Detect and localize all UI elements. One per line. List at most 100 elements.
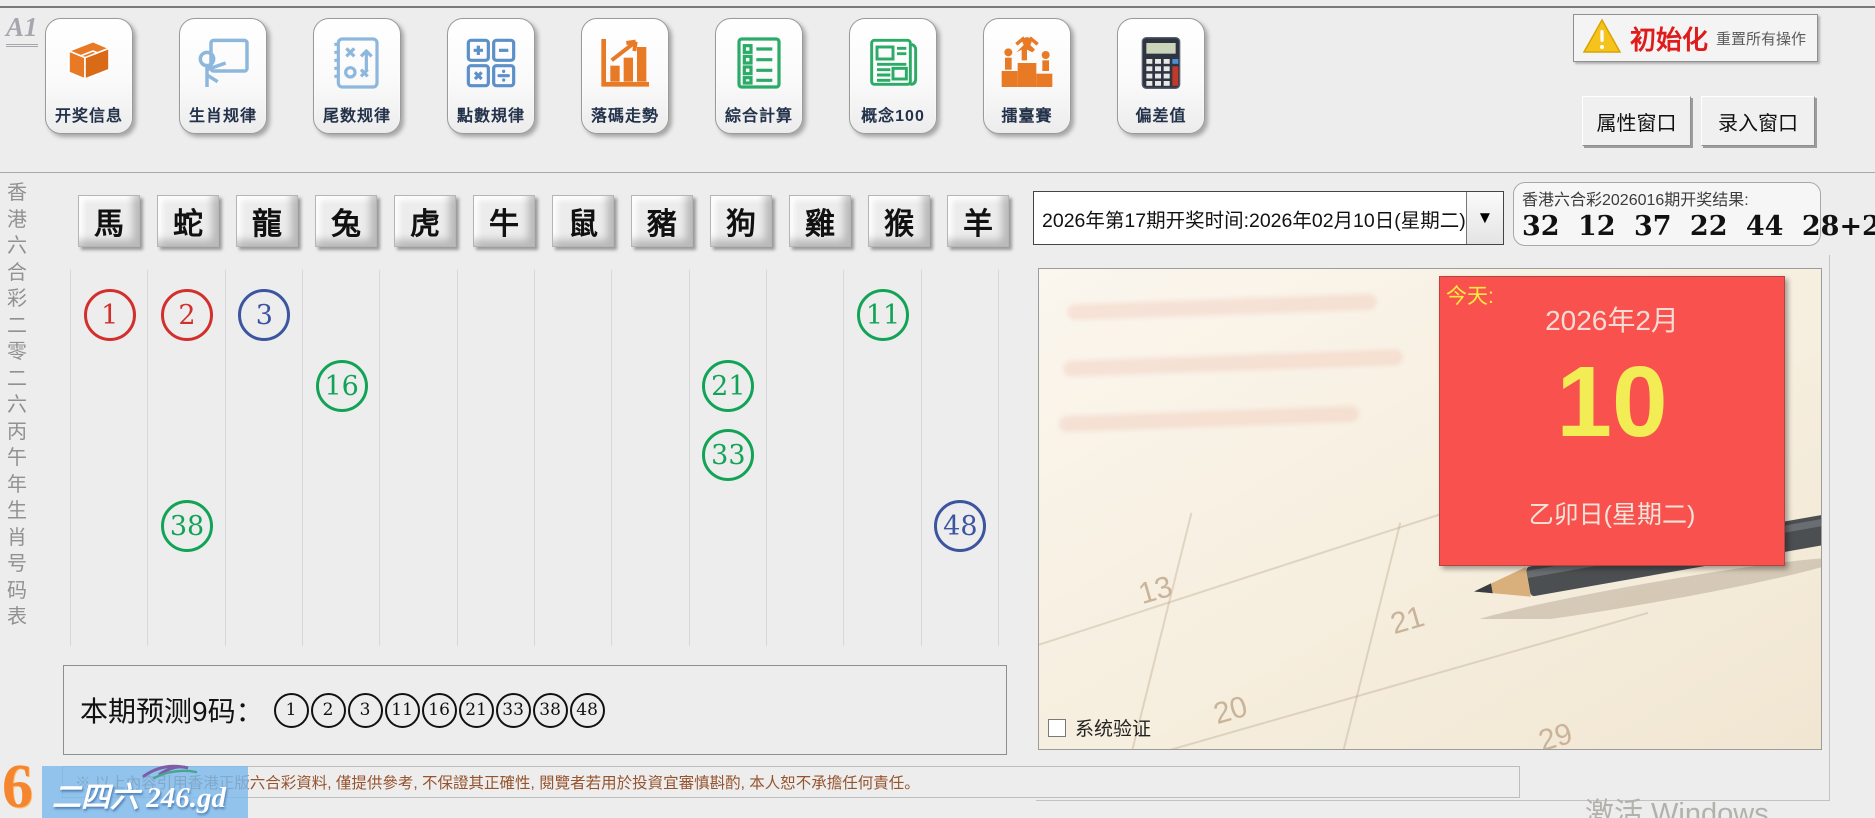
period-dropdown[interactable]: 2026年第17期开奖时间:2026年02月10日(星期二) ▼ — [1033, 191, 1504, 245]
tab-monkey[interactable]: 猴 — [868, 195, 930, 247]
vertical-title-char: 二 — [5, 313, 29, 340]
corner-label: A1 — [6, 12, 38, 47]
calendar-bg-number: 21 — [1387, 600, 1428, 642]
prediction-number-38: 38 — [533, 693, 568, 728]
grid-column — [380, 270, 457, 646]
activate-windows-text: 激活 Windows — [1585, 790, 1769, 818]
entry-window-button[interactable]: 录入窗口 — [1701, 96, 1815, 146]
prediction-number-16: 16 — [422, 693, 457, 728]
left-vertical-title: 香港六合彩二零二六丙午年生肖号码表 — [5, 180, 29, 631]
latest-result-box: 香港六合彩2026016期开奖结果: 32 12 37 22 44 28+20 — [1513, 182, 1821, 246]
prediction-number-11: 11 — [385, 693, 420, 728]
watermark-text: 二四六 246.gd — [52, 774, 226, 816]
toolbar-button-tail-rule[interactable]: 尾数规律 — [313, 18, 401, 134]
grid-number-3: 3 — [238, 289, 290, 341]
tab-snake[interactable]: 蛇 — [157, 195, 219, 247]
calendar-bg-number: 29 — [1535, 717, 1576, 750]
vertical-title-char: 六 — [5, 392, 29, 419]
toolbar-button-deviation[interactable]: 偏差值 — [1117, 18, 1205, 134]
vertical-title-char: 年 — [5, 472, 29, 499]
checklist-icon — [727, 24, 791, 102]
zodiac-number-grid: 123161121333848 — [70, 270, 999, 646]
grid-column — [458, 270, 535, 646]
vertical-title-char: 号 — [5, 551, 29, 578]
tab-rooster[interactable]: 雞 — [789, 195, 851, 247]
vertical-title-char: 肖 — [5, 525, 29, 552]
toolbar-button-trend[interactable]: 落碼走勢 — [581, 18, 669, 134]
toolbar-button-composite[interactable]: 綜合計算 — [715, 18, 803, 134]
toolbar-button-label: 擂臺賽 — [1001, 102, 1052, 126]
vertical-title-char: 丙 — [5, 419, 29, 446]
prediction-number-1: 1 — [274, 693, 309, 728]
presenter-icon — [191, 24, 255, 102]
newspaper-icon — [861, 24, 925, 102]
bar-chart-icon — [593, 24, 657, 102]
grid-number-33: 33 — [702, 429, 754, 481]
toolbar-button-label: 尾数规律 — [323, 102, 391, 126]
vertical-title-char: 表 — [5, 604, 29, 631]
toolbar-button-label: 概念100 — [861, 102, 925, 126]
init-button-sublabel: 重置所有操作 — [1716, 28, 1806, 49]
prediction-number-3: 3 — [348, 693, 383, 728]
grid-number-11: 11 — [857, 289, 909, 341]
toolbar-button-arena[interactable]: 擂臺賽 — [983, 18, 1071, 134]
toolbar-button-point-rule[interactable]: 點數規律 — [447, 18, 535, 134]
toolbar-button-label: 开奖信息 — [55, 102, 123, 126]
podium-icon — [995, 24, 1059, 102]
toolbar-button-zodiac-rule[interactable]: 生肖规律 — [179, 18, 267, 134]
period-dropdown-value: 2026年第17期开奖时间:2026年02月10日(星期二) — [1034, 192, 1466, 244]
grid-column — [612, 270, 689, 646]
grid-number-38: 38 — [161, 500, 213, 552]
prediction-number-21: 21 — [459, 693, 494, 728]
warning-triangle-icon — [1582, 18, 1622, 59]
prediction-number-2: 2 — [311, 693, 346, 728]
property-window-button[interactable]: 属性窗口 — [1582, 96, 1691, 146]
toolbar-divider — [0, 172, 1875, 173]
vertical-title-char: 港 — [5, 207, 29, 234]
tab-rat[interactable]: 鼠 — [552, 195, 614, 247]
today-day: 10 — [1440, 345, 1784, 460]
prediction-numbers: 123111621333848 — [274, 693, 607, 728]
tab-rabbit[interactable]: 兔 — [315, 195, 377, 247]
prediction-number-33: 33 — [496, 693, 531, 728]
tab-pig[interactable]: 豬 — [631, 195, 693, 247]
latest-result-numbers: 32 12 37 22 44 28+20 — [1522, 211, 1812, 242]
calendar-panel: 13 20 21 22 29 今天: 2026年2月 10 乙卯日(星期二) — [1038, 268, 1822, 750]
calendar-bg-smudge — [1059, 406, 1359, 432]
app-window: A1 香港六合彩二零二六丙午年生肖号码表 开奖信息 生 — [0, 0, 1875, 818]
today-month: 2026年2月 — [1440, 299, 1784, 339]
latest-result-title: 香港六合彩2026016期开奖结果: — [1522, 186, 1812, 210]
watermark-logo-6: 6 — [2, 752, 33, 818]
tab-goat[interactable]: 羊 — [947, 195, 1009, 247]
tab-ox[interactable]: 牛 — [473, 195, 535, 247]
toolbar-button-concept100[interactable]: 概念100 — [849, 18, 937, 134]
tab-tiger[interactable]: 虎 — [394, 195, 456, 247]
calendar-bg-number: 13 — [1135, 570, 1176, 612]
system-verify-label: 系统验证 — [1075, 714, 1151, 741]
system-verify-control[interactable]: 系统验证 — [1048, 714, 1151, 741]
toolbar-button-label: 綜合計算 — [725, 102, 793, 126]
vertical-title-char: 码 — [5, 578, 29, 605]
grid-column — [767, 270, 844, 646]
books-icon — [57, 24, 121, 102]
calculator-icon — [1129, 24, 1193, 102]
zodiac-tab-row: 馬 蛇 龍 兔 虎 牛 鼠 豬 狗 雞 猴 羊 — [78, 195, 1009, 247]
vertical-title-char: 香 — [5, 180, 29, 207]
calendar-bg-line — [1339, 522, 1401, 750]
grid-column — [303, 270, 380, 646]
vertical-title-char: 合 — [5, 260, 29, 287]
math-operators-icon — [459, 24, 523, 102]
toolbar-button-label: 偏差值 — [1135, 102, 1186, 126]
init-button[interactable]: 初始化 重置所有操作 — [1573, 14, 1818, 62]
vertical-title-char: 午 — [5, 445, 29, 472]
tab-dog[interactable]: 狗 — [710, 195, 772, 247]
dropdown-arrow-icon[interactable]: ▼ — [1466, 192, 1503, 244]
toolbar-button-label: 點數規律 — [457, 102, 525, 126]
toolbar-button-draw-info[interactable]: 开奖信息 — [45, 18, 133, 134]
watermark-246: 6 二四六 246.gd — [0, 760, 260, 818]
tab-horse[interactable]: 馬 — [78, 195, 140, 247]
grid-number-48: 48 — [934, 500, 986, 552]
grid-number-2: 2 — [161, 289, 213, 341]
system-verify-checkbox[interactable] — [1048, 719, 1066, 737]
tab-dragon[interactable]: 龍 — [236, 195, 298, 247]
